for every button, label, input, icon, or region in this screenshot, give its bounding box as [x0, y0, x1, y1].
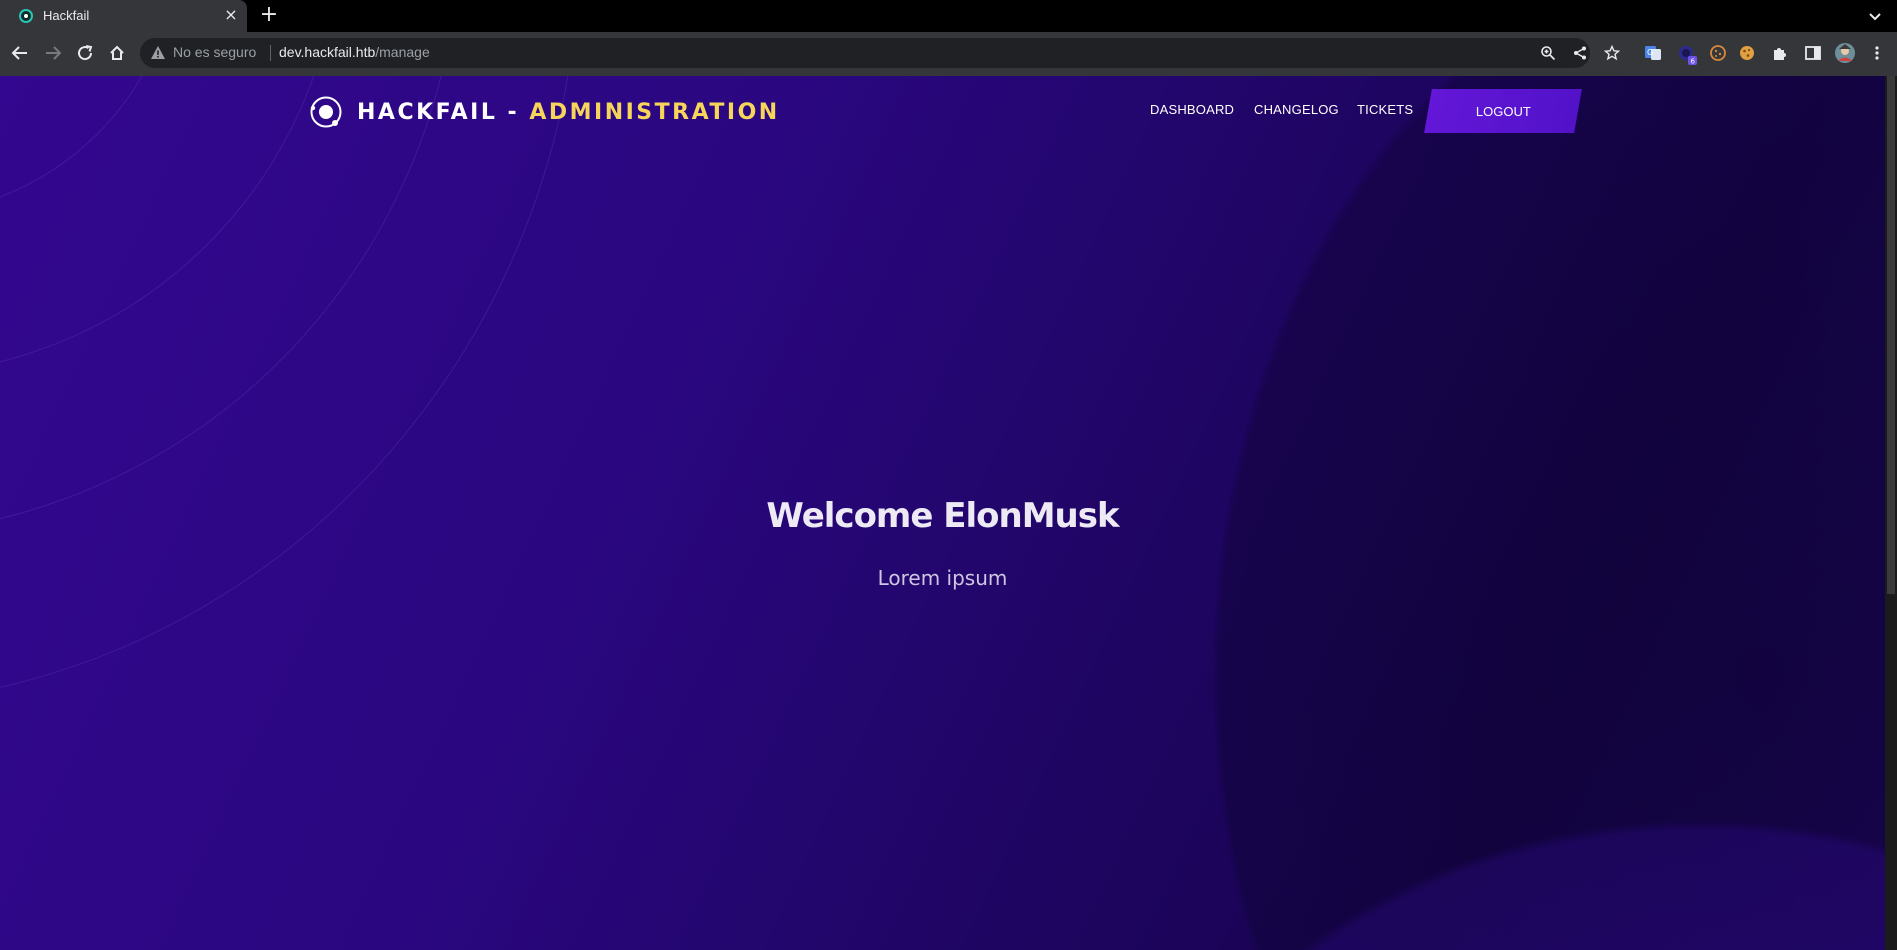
extension-badge-icon[interactable]: 6 [1677, 44, 1697, 66]
brand-title-accent: ADMINISTRATION [529, 99, 780, 125]
cookie-icon[interactable] [1709, 44, 1727, 62]
logout-button-label: LOGOUT [1475, 103, 1531, 119]
site-favicon-icon [19, 9, 33, 23]
brand-title-main: HACKFAIL - [357, 99, 530, 125]
translate-extension-icon[interactable]: G [1644, 44, 1662, 62]
tab-strip: Hackfail × + [0, 0, 1897, 32]
tab-search-chevron-icon[interactable] [1864, 5, 1886, 27]
side-panel-icon[interactable] [1804, 44, 1822, 62]
address-bar[interactable]: No es seguro dev.hackfail.htb/manage [140, 38, 1621, 68]
new-tab-button[interactable]: + [258, 4, 280, 28]
reload-icon[interactable] [72, 40, 98, 66]
profile-avatar-icon[interactable] [1834, 42, 1856, 64]
hero-subtitle: Lorem ipsum [877, 566, 1008, 590]
nav-changelog-link[interactable]: CHANGELOG [1254, 102, 1339, 117]
cookie-alt-icon[interactable] [1738, 44, 1756, 62]
menu-kebab-icon[interactable] [1868, 44, 1886, 62]
url-host: dev.hackfail.htb [279, 44, 376, 60]
share-icon[interactable] [1572, 45, 1588, 61]
nav-dashboard-link[interactable]: DASHBOARD [1150, 102, 1234, 117]
forward-icon[interactable] [40, 40, 66, 66]
page-scrollbar[interactable] [1885, 76, 1897, 950]
svg-text:G: G [1647, 48, 1653, 57]
puzzle-extensions-icon[interactable] [1771, 44, 1789, 62]
welcome-heading: Welcome ElonMusk [766, 496, 1119, 536]
tab-close-button[interactable]: × [223, 6, 239, 24]
url-path: /manage [375, 44, 430, 60]
bookmark-star-icon[interactable] [1603, 44, 1621, 61]
tab-title: Hackfail [43, 8, 90, 23]
omnibox-divider [270, 45, 271, 61]
back-icon[interactable] [7, 40, 33, 66]
page-viewport: HACKFAIL - ADMINISTRATION DASHBOARD CHAN… [0, 76, 1885, 950]
home-icon[interactable] [104, 40, 130, 66]
brand[interactable]: HACKFAIL - ADMINISTRATION [309, 92, 780, 132]
warning-icon[interactable] [150, 45, 166, 61]
url-text[interactable]: dev.hackfail.htb/manage [279, 44, 430, 60]
scrollbar-thumb[interactable] [1887, 76, 1895, 594]
background-arc [0, 76, 580, 706]
brand-title: HACKFAIL - ADMINISTRATION [357, 100, 780, 125]
zoom-icon[interactable] [1540, 45, 1556, 61]
browser-toolbar: No es seguro dev.hackfail.htb/manage [0, 32, 1897, 76]
brand-logo-icon [310, 96, 342, 128]
security-status-label[interactable]: No es seguro [173, 44, 256, 60]
logout-button[interactable]: LOGOUT [1424, 89, 1582, 133]
extension-badge-count: 6 [1691, 58, 1696, 66]
browser-tab[interactable]: Hackfail × [0, 0, 247, 32]
nav-tickets-link[interactable]: TICKETS [1357, 102, 1413, 117]
